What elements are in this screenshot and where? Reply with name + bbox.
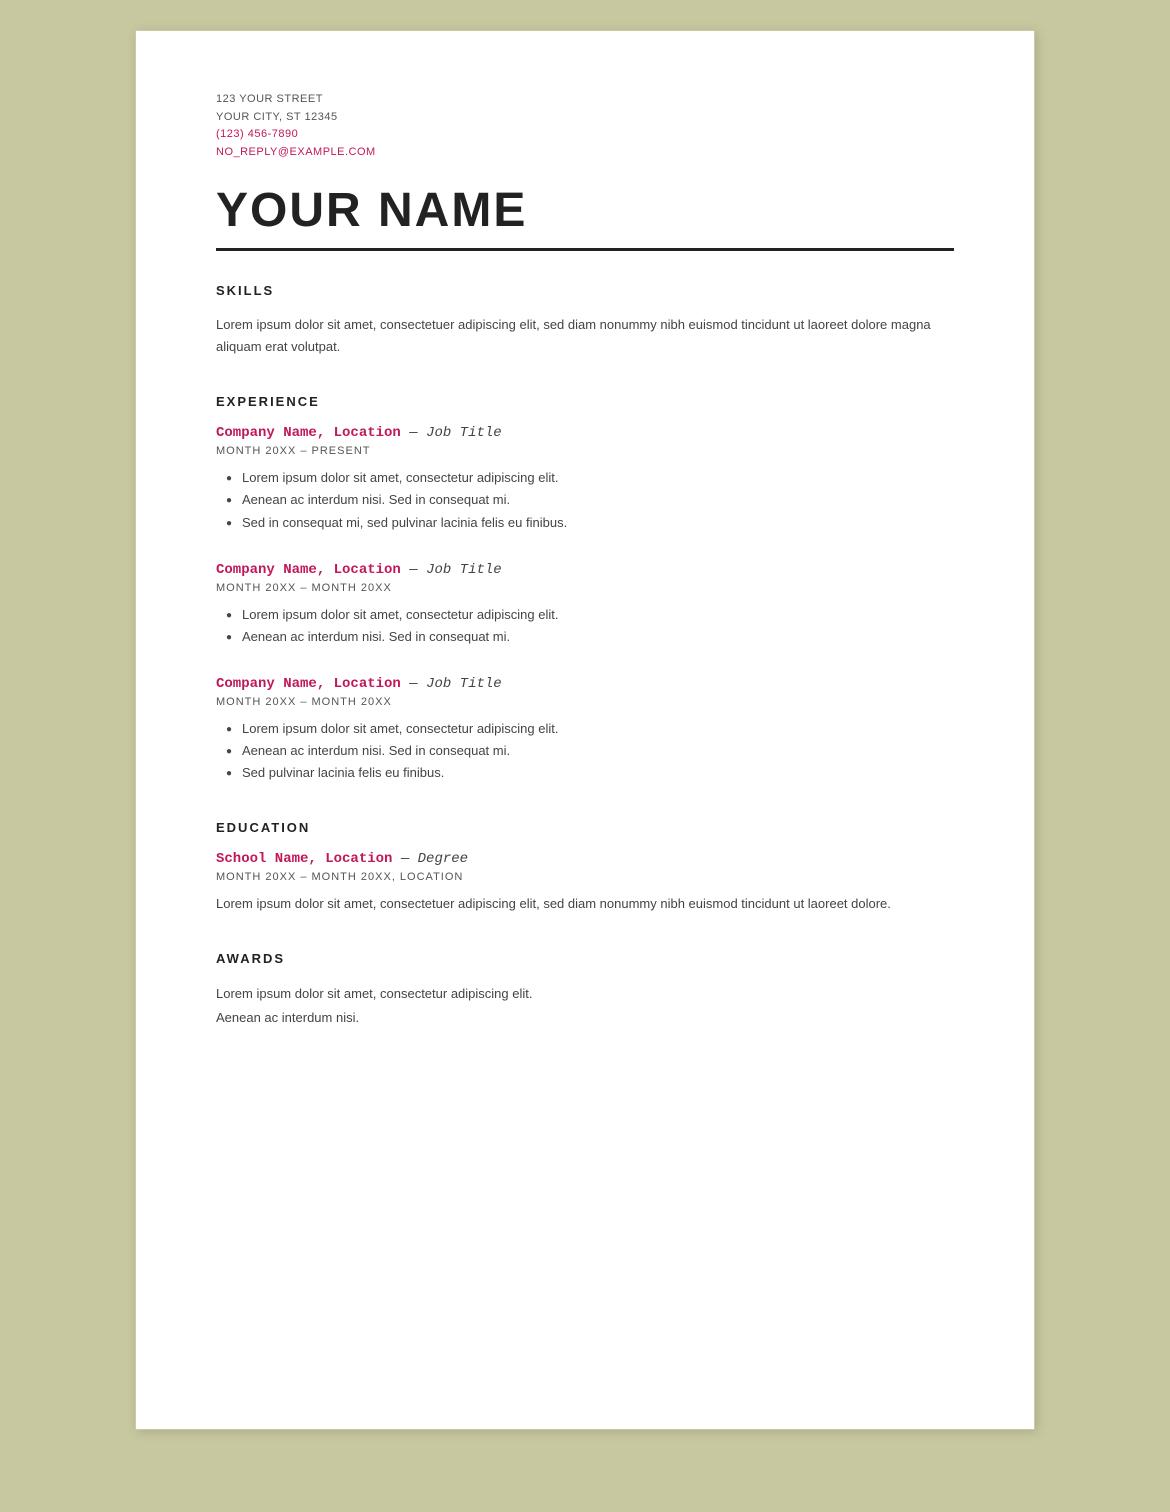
dash-3: — — [409, 676, 426, 692]
dates-1: MONTH 20XX – PRESENT — [216, 445, 954, 457]
phone-line: (123) 456-7890 — [216, 126, 954, 144]
education-section: EDUCATION School Name, Location — Degree… — [216, 820, 954, 915]
dates-2: MONTH 20XX – MONTH 20XX — [216, 582, 954, 594]
skills-title: SKILLS — [216, 283, 954, 298]
awards-line-2: Aenean ac interdum nisi. — [216, 1006, 954, 1029]
street-line: 123 YOUR STREET — [216, 91, 954, 109]
experience-entry-3: Company Name, Location — Job Title MONTH… — [216, 676, 954, 784]
city-line: YOUR CITY, ST 12345 — [216, 109, 954, 127]
edu-dates: MONTH 20XX – MONTH 20XX, LOCATION — [216, 871, 954, 883]
bullet-3-1: Lorem ipsum dolor sit amet, consectetur … — [226, 718, 954, 740]
jobtitle-2: Job Title — [426, 562, 502, 578]
skills-section: SKILLS Lorem ipsum dolor sit amet, conse… — [216, 283, 954, 358]
name-section: YOUR NAME — [216, 185, 954, 251]
bullets-3: Lorem ipsum dolor sit amet, consectetur … — [216, 718, 954, 784]
bullets-2: Lorem ipsum dolor sit amet, consectetur … — [216, 604, 954, 648]
edu-body: Lorem ipsum dolor sit amet, consectetuer… — [216, 893, 954, 915]
education-header: School Name, Location — Degree — [216, 851, 954, 867]
dash-1: — — [409, 425, 426, 441]
awards-section: AWARDS Lorem ipsum dolor sit amet, conse… — [216, 951, 954, 1029]
bullet-1-1: Lorem ipsum dolor sit amet, consectetur … — [226, 467, 954, 489]
dates-3: MONTH 20XX – MONTH 20XX — [216, 696, 954, 708]
degree: Degree — [418, 851, 468, 867]
jobtitle-1: Job Title — [426, 425, 502, 441]
contact-info: 123 YOUR STREET YOUR CITY, ST 12345 (123… — [216, 91, 954, 161]
company-2: Company Name, Location — [216, 562, 401, 578]
education-title: EDUCATION — [216, 820, 954, 835]
bullet-2-1: Lorem ipsum dolor sit amet, consectetur … — [226, 604, 954, 626]
company-1: Company Name, Location — [216, 425, 401, 441]
resume-page: 123 YOUR STREET YOUR CITY, ST 12345 (123… — [135, 30, 1035, 1430]
experience-header-3: Company Name, Location — Job Title — [216, 676, 954, 692]
experience-entry-1: Company Name, Location — Job Title MONTH… — [216, 425, 954, 533]
email-line: NO_REPLY@EXAMPLE.COM — [216, 144, 954, 162]
bullet-3-2: Aenean ac interdum nisi. Sed in consequa… — [226, 740, 954, 762]
experience-section: EXPERIENCE Company Name, Location — Job … — [216, 394, 954, 784]
experience-title: EXPERIENCE — [216, 394, 954, 409]
experience-header-2: Company Name, Location — Job Title — [216, 562, 954, 578]
bullet-3-3: Sed pulvinar lacinia felis eu finibus. — [226, 762, 954, 784]
bullet-2-2: Aenean ac interdum nisi. Sed in consequa… — [226, 626, 954, 648]
education-entry: School Name, Location — Degree MONTH 20X… — [216, 851, 954, 915]
your-name: YOUR NAME — [216, 185, 954, 238]
experience-header-1: Company Name, Location — Job Title — [216, 425, 954, 441]
company-3: Company Name, Location — [216, 676, 401, 692]
bullets-1: Lorem ipsum dolor sit amet, consectetur … — [216, 467, 954, 533]
dash-2: — — [409, 562, 426, 578]
name-divider — [216, 248, 954, 251]
school-name: School Name, Location — [216, 851, 392, 867]
skills-body: Lorem ipsum dolor sit amet, consectetuer… — [216, 314, 954, 358]
jobtitle-3: Job Title — [426, 676, 502, 692]
experience-entry-2: Company Name, Location — Job Title MONTH… — [216, 562, 954, 648]
awards-line-1: Lorem ipsum dolor sit amet, consectetur … — [216, 982, 954, 1005]
edu-dash: — — [401, 851, 418, 867]
bullet-1-2: Aenean ac interdum nisi. Sed in consequa… — [226, 489, 954, 511]
awards-title: AWARDS — [216, 951, 954, 966]
bullet-1-3: Sed in consequat mi, sed pulvinar lacini… — [226, 512, 954, 534]
